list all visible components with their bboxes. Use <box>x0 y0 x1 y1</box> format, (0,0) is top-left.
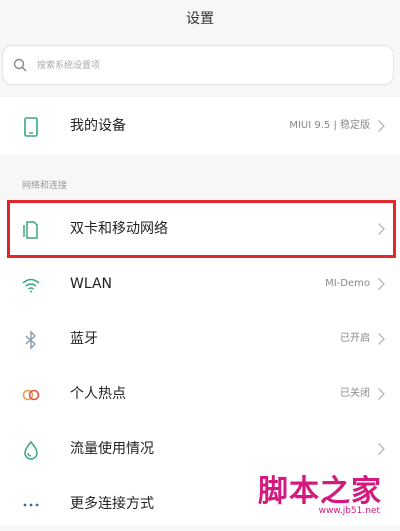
watermark-url: www.jb51.net <box>318 506 380 516</box>
watermark-logo: 脚本之家 <box>258 474 382 509</box>
more-icon <box>23 503 39 507</box>
search-placeholder: 搜索系统设置项 <box>37 61 101 71</box>
chevron-right-icon <box>378 443 385 455</box>
my-device-label: 我的设备 <box>70 118 126 134</box>
hotspot-value: 已关闭 <box>340 388 370 399</box>
chevron-right-icon <box>378 120 385 132</box>
my-device-value: MIUI 9.5 | 稳定版 <box>289 120 370 131</box>
chevron-right-icon <box>378 278 385 290</box>
hotspot-row[interactable]: 个人热点 已关闭 <box>0 367 400 421</box>
device-card: 我的设备 MIUI 9.5 | 稳定版 <box>0 97 400 155</box>
search-bar[interactable]: 搜索系统设置项 <box>2 45 394 85</box>
bluetooth-label: 蓝牙 <box>70 331 98 347</box>
wlan-row[interactable]: WLAN MI-Demo <box>0 257 400 311</box>
wlan-label: WLAN <box>70 276 113 292</box>
more-connections-label: 更多连接方式 <box>70 496 154 512</box>
section-label: 网络和连接 <box>22 181 68 191</box>
data-usage-label: 流量使用情况 <box>70 441 154 457</box>
bluetooth-value: 已开启 <box>340 333 370 344</box>
hotspot-label: 个人热点 <box>70 386 126 402</box>
sim-mobile-network-label: 双卡和移动网络 <box>70 221 168 237</box>
chevron-right-icon <box>378 388 385 400</box>
bluetooth-row[interactable]: 蓝牙 已开启 <box>0 312 400 366</box>
hotspot-icon <box>22 389 40 401</box>
sim-card-icon <box>23 221 38 239</box>
data-usage-icon <box>24 440 38 460</box>
phone-icon <box>24 117 38 137</box>
sim-mobile-network-row[interactable]: 双卡和移动网络 <box>0 202 400 256</box>
bluetooth-icon <box>25 330 37 350</box>
search-icon <box>13 58 27 72</box>
my-device-row[interactable]: 我的设备 MIUI 9.5 | 稳定版 <box>0 99 400 153</box>
chevron-right-icon <box>378 333 385 345</box>
wlan-value: MI-Demo <box>325 278 370 289</box>
page-title: 设置 <box>186 11 214 27</box>
wifi-icon <box>22 278 40 293</box>
chevron-right-icon <box>378 223 385 235</box>
